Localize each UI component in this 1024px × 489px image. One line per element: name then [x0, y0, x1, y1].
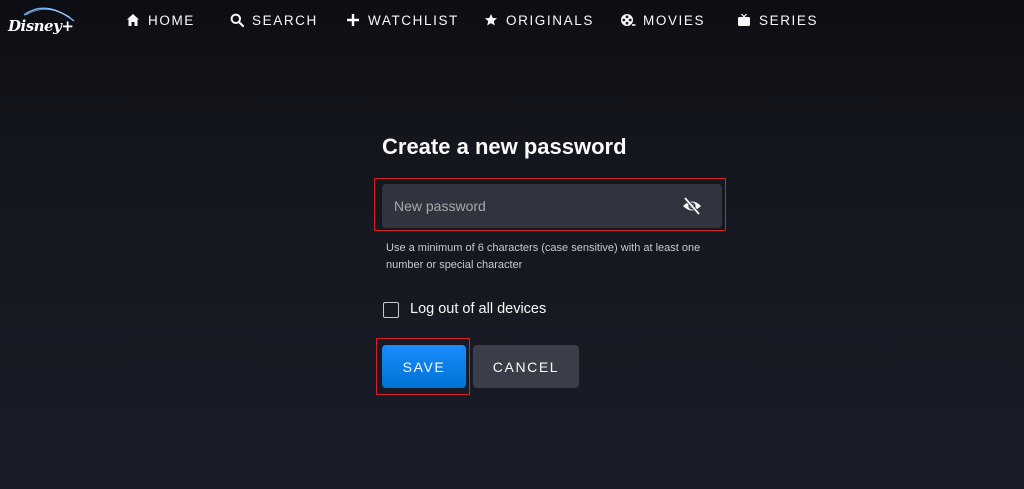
film-reel-icon: [620, 12, 636, 28]
nav-series[interactable]: SERIES: [736, 0, 818, 40]
disney-plus-logo[interactable]: Disney+: [6, 3, 78, 41]
nav-series-label: SERIES: [759, 12, 819, 28]
top-navigation-bar: Disney+ HOME SEARCH WATCHLIST ORIGINALS …: [0, 0, 1024, 44]
star-icon: [483, 12, 499, 28]
page-title: Create a new password: [382, 134, 627, 159]
nav-home[interactable]: HOME: [125, 0, 195, 40]
logout-all-label[interactable]: Log out of all devices: [410, 301, 546, 317]
logo-wordmark: Disney+: [8, 17, 74, 35]
logout-all-checkbox[interactable]: [383, 302, 399, 318]
nav-watchlist-label: WATCHLIST: [368, 12, 459, 28]
save-button[interactable]: SAVE: [382, 345, 466, 388]
nav-search-label: SEARCH: [252, 12, 318, 28]
password-requirements-hint: Use a minimum of 6 characters (case sens…: [386, 242, 701, 271]
nav-search[interactable]: SEARCH: [229, 0, 318, 40]
home-icon: [125, 12, 141, 28]
eye-off-icon[interactable]: [681, 196, 703, 216]
nav-movies-label: MOVIES: [643, 12, 706, 28]
nav-watchlist[interactable]: WATCHLIST: [345, 0, 459, 40]
search-icon: [229, 12, 245, 28]
nav-originals[interactable]: ORIGINALS: [483, 0, 594, 40]
tv-icon: [736, 12, 752, 28]
cancel-button[interactable]: CANCEL: [473, 345, 579, 388]
nav-originals-label: ORIGINALS: [506, 12, 594, 28]
nav-home-label: HOME: [148, 12, 195, 28]
plus-icon: [345, 12, 361, 28]
new-password-input[interactable]: [382, 184, 722, 228]
nav-movies[interactable]: MOVIES: [620, 0, 705, 40]
